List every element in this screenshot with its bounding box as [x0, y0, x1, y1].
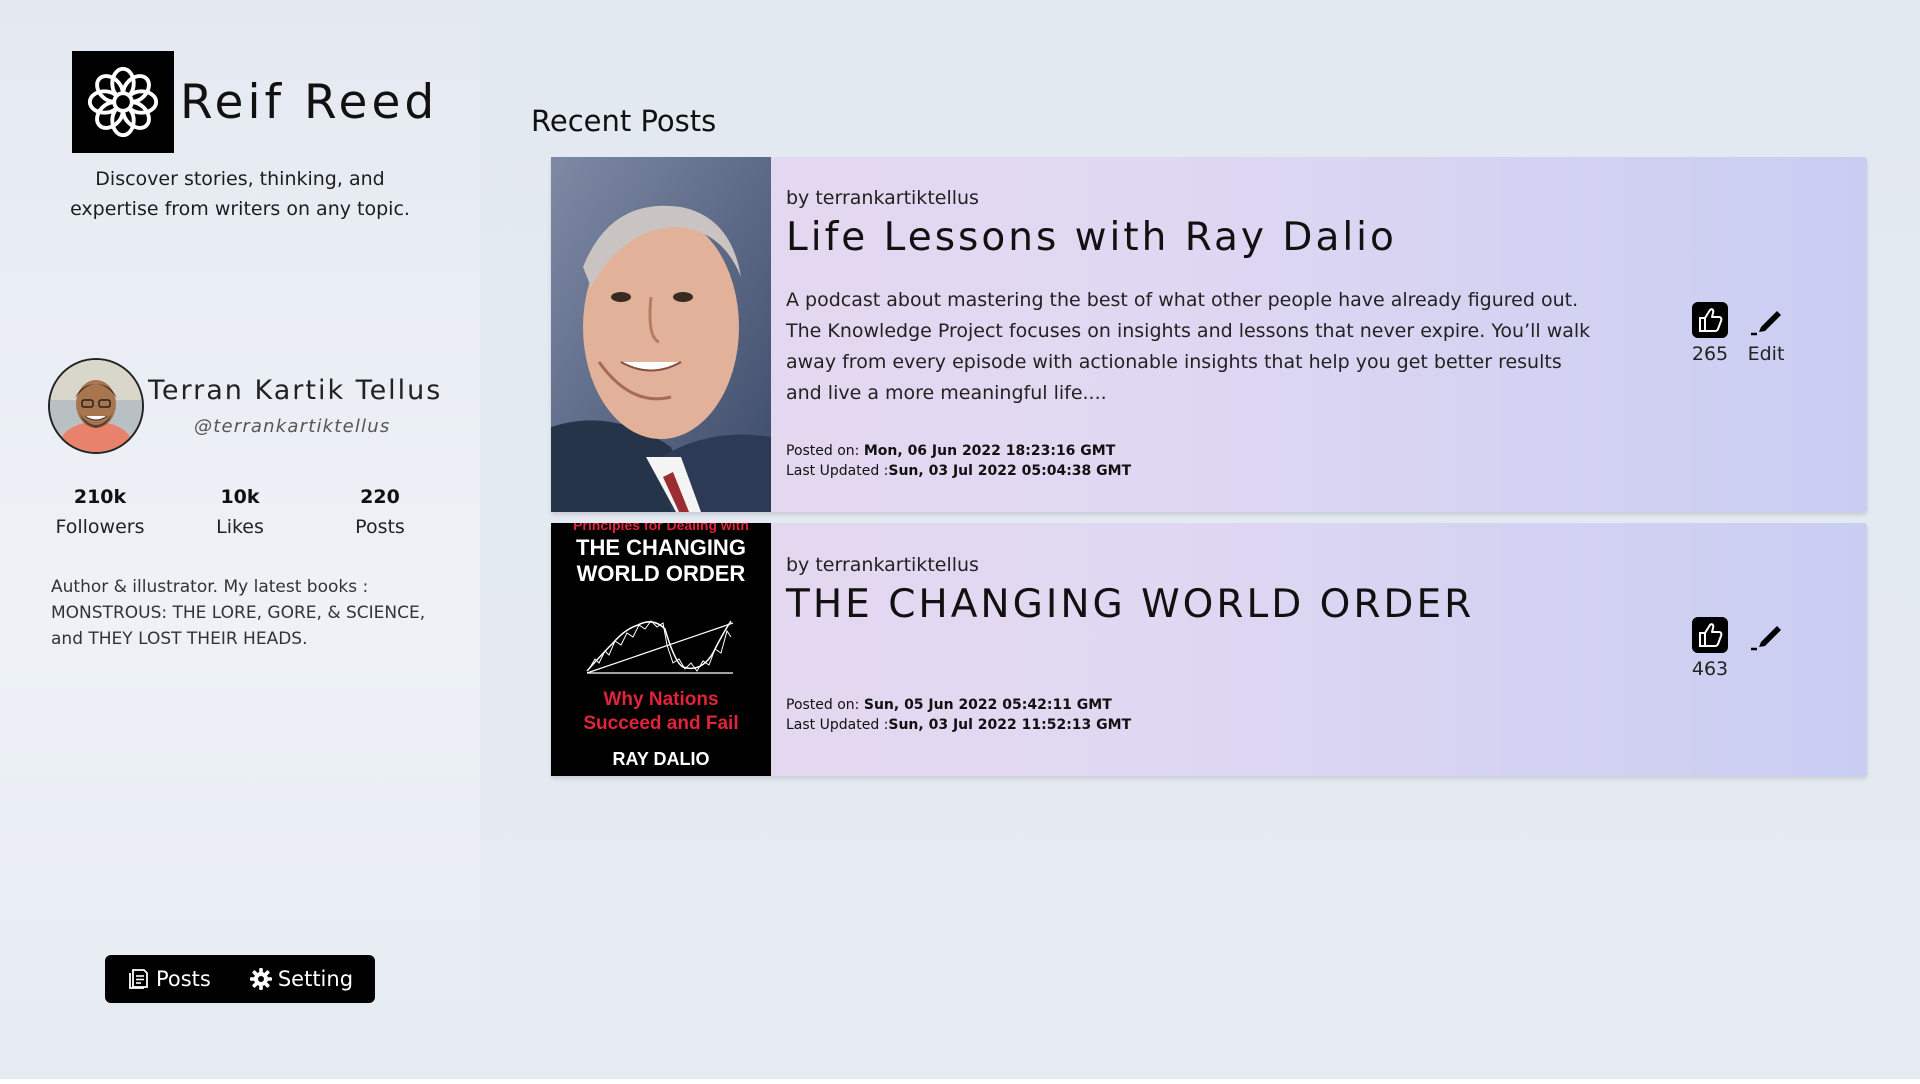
stat-value: 220: [360, 486, 400, 508]
like-count: 265: [1691, 343, 1729, 365]
section-title: Recent Posts: [531, 104, 717, 138]
stat-value: 210k: [73, 486, 127, 508]
edit-button[interactable]: [1747, 616, 1785, 680]
post-meta: Posted on: Sun, 05 Jun 2022 05:42:11 GMT…: [786, 695, 1131, 735]
like-button[interactable]: 463: [1691, 616, 1729, 680]
last-updated-label: Last Updated :: [786, 717, 889, 733]
gear-icon: [249, 968, 272, 990]
post-author[interactable]: by terrankartiktellus: [786, 187, 979, 209]
post-card[interactable]: Principles for Dealing with THE CHANGING…: [551, 523, 1867, 776]
page-bottom-edge: [0, 1079, 1920, 1084]
tagline: Discover stories, thinking, and expertis…: [70, 168, 410, 220]
bottom-nav: Posts Setting: [105, 955, 375, 1003]
like-count: 463: [1691, 658, 1729, 680]
posts-button[interactable]: Posts: [127, 967, 211, 991]
stat-value: 10k: [220, 486, 260, 508]
last-updated-row: Last Updated :Sun, 03 Jul 2022 11:52:13 …: [786, 715, 1131, 735]
last-updated-label: Last Updated :: [786, 463, 889, 479]
post-image[interactable]: Principles for Dealing with THE CHANGING…: [551, 523, 771, 776]
cover-top-text: Principles for Dealing with: [573, 523, 749, 533]
cover-subtitle-line1: Why Nations: [603, 689, 719, 710]
cover-title-line1: THE CHANGING: [576, 535, 746, 560]
last-updated-value: Sun, 03 Jul 2022 05:04:38 GMT: [888, 463, 1132, 479]
profile-name: Terran Kartik Tellus: [148, 375, 443, 406]
brand-name: Reif Reed: [180, 74, 439, 130]
cover-title-line2: WORLD ORDER: [576, 561, 746, 586]
stat-label: Posts: [355, 516, 405, 538]
setting-button-label: Setting: [277, 967, 354, 991]
cover-subtitle-line2: Succeed and Fail: [583, 713, 739, 734]
posted-on-value: Sun, 05 Jun 2022 05:42:11 GMT: [863, 697, 1112, 713]
cover-author: RAY DALIO: [612, 749, 710, 769]
post-actions: 463: [1691, 616, 1785, 680]
cover-chart-illustration: [586, 620, 734, 674]
post-body: by terrankartiktellus THE CHANGING WORLD…: [771, 523, 1867, 776]
thumbs-up-icon: [1692, 617, 1728, 653]
last-updated-value: Sun, 03 Jul 2022 11:52:13 GMT: [888, 717, 1132, 733]
posted-on-label: Posted on:: [786, 697, 864, 713]
post-image[interactable]: [551, 157, 771, 512]
post-author[interactable]: by terrankartiktellus: [786, 554, 979, 576]
edit-button[interactable]: Edit: [1747, 301, 1785, 365]
pencil-icon: [1751, 311, 1781, 336]
like-button[interactable]: 265: [1691, 301, 1729, 365]
post-card[interactable]: by terrankartiktellus Life Lessons with …: [551, 157, 1867, 512]
post-body: by terrankartiktellus Life Lessons with …: [771, 157, 1867, 512]
stat-label: Followers: [55, 516, 145, 538]
sidebar: Reif Reed Discover stories, thinking, an…: [0, 0, 480, 1080]
profile-stats: 210k Followers 10k Likes 220 Posts: [40, 486, 440, 538]
stat-posts[interactable]: 220 Posts: [320, 486, 440, 538]
thumbs-up-icon: [1692, 302, 1728, 338]
profile-handle: @terrankartiktellus: [194, 416, 391, 437]
setting-button[interactable]: Setting: [249, 967, 353, 991]
posted-on-value: Mon, 06 Jun 2022 18:23:16 GMT: [863, 443, 1116, 459]
flower-logo-icon: [72, 51, 174, 153]
brand[interactable]: Reif Reed: [72, 51, 438, 153]
edit-label: Edit: [1747, 343, 1785, 365]
post-meta: Posted on: Mon, 06 Jun 2022 18:23:16 GMT…: [786, 441, 1131, 481]
stat-likes[interactable]: 10k Likes: [180, 486, 300, 538]
pencil-icon: [1751, 626, 1781, 651]
last-updated-row: Last Updated :Sun, 03 Jul 2022 05:04:38 …: [786, 461, 1131, 481]
posted-on-row: Posted on: Mon, 06 Jun 2022 18:23:16 GMT: [786, 441, 1131, 461]
post-actions: 265 Edit: [1691, 301, 1785, 365]
posted-on-label: Posted on:: [786, 443, 864, 459]
posts-icon: [129, 969, 148, 989]
profile-bio: Author & illustrator. My latest books : …: [51, 577, 426, 649]
stat-label: Likes: [216, 516, 264, 538]
posts-button-label: Posts: [155, 967, 211, 991]
post-title[interactable]: THE CHANGING WORLD ORDER: [786, 582, 1474, 627]
profile-header: Terran Kartik Tellus @terrankartiktellus: [48, 358, 442, 454]
post-excerpt: A podcast about mastering the best of wh…: [786, 289, 1591, 404]
avatar[interactable]: [48, 358, 144, 454]
posted-on-row: Posted on: Sun, 05 Jun 2022 05:42:11 GMT: [786, 695, 1131, 715]
stat-followers[interactable]: 210k Followers: [40, 486, 160, 538]
post-title[interactable]: Life Lessons with Ray Dalio: [786, 215, 1397, 260]
